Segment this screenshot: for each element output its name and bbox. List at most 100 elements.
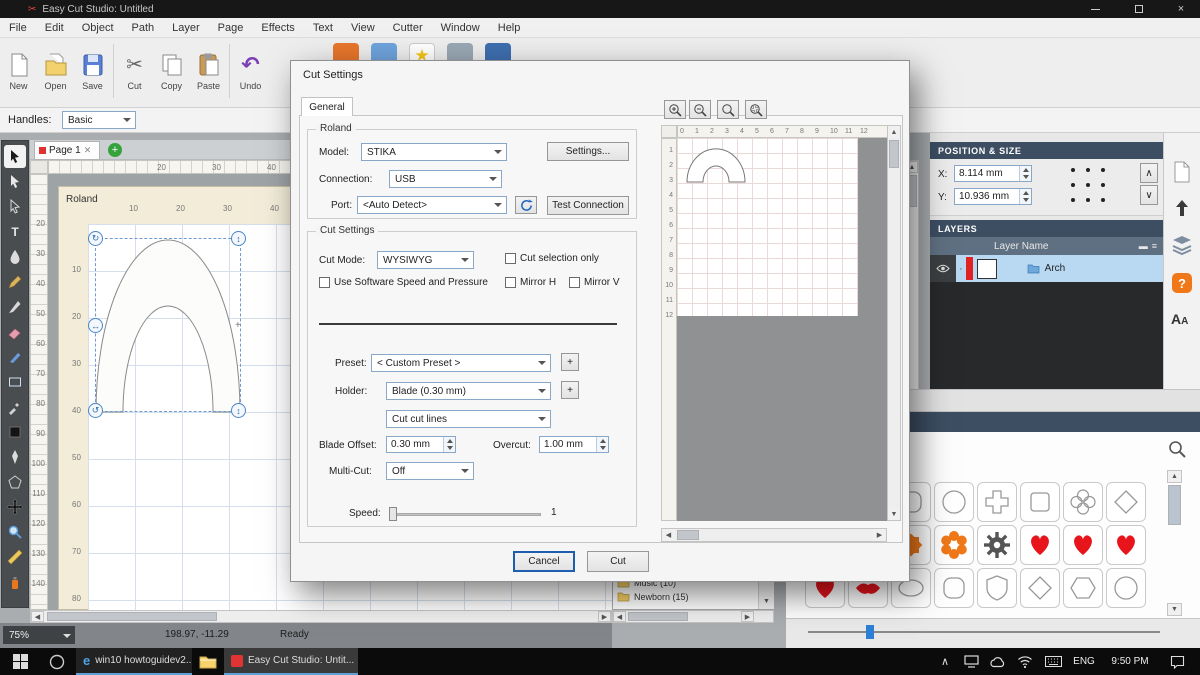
menu-effects[interactable]: Effects (252, 18, 303, 38)
menu-edit[interactable]: Edit (36, 18, 73, 38)
display-icon[interactable] (958, 648, 984, 675)
shape-heart[interactable] (1063, 525, 1103, 565)
shape-quatrefoil[interactable] (1063, 482, 1103, 522)
speed-slider-track[interactable] (389, 513, 541, 516)
direct-select-tool[interactable] (4, 170, 26, 193)
toolbar-undo-button[interactable]: ↶Undo (232, 40, 269, 102)
shape-diamond[interactable] (1020, 568, 1060, 608)
menu-cutter[interactable]: Cutter (384, 18, 432, 38)
layer-menu-icon[interactable]: ▬ (1139, 241, 1148, 251)
folder-h-scrollbar[interactable]: ◀ ▶ (612, 610, 774, 623)
menu-window[interactable]: Window (432, 18, 489, 38)
layers-header[interactable]: LAYERS (930, 220, 1163, 237)
lock-dot-icon[interactable]: · (959, 263, 963, 275)
spinner-arrows-icon[interactable] (596, 437, 608, 452)
toolbar-save-button[interactable]: Save (74, 40, 111, 102)
fill-tool[interactable] (4, 420, 26, 443)
export-arrow-icon[interactable] (1174, 199, 1190, 220)
menu-object[interactable]: Object (73, 18, 123, 38)
move-tool[interactable] (4, 495, 26, 518)
panel-up-button[interactable]: ∧ (1140, 163, 1158, 183)
shape-heart[interactable] (1020, 525, 1060, 565)
wifi-icon[interactable] (1012, 648, 1038, 675)
shape-cross[interactable] (977, 482, 1017, 522)
resize-handle-top-right[interactable]: ↕ (231, 231, 246, 246)
add-page-button[interactable]: + (108, 143, 122, 157)
close-page-icon[interactable]: ✕ (84, 145, 92, 156)
scroll-thumb[interactable] (889, 140, 899, 168)
clock[interactable]: 9:50 PM (1102, 648, 1158, 675)
panel-down-button[interactable]: ∨ (1140, 185, 1158, 205)
scroll-up-icon[interactable]: ▲ (888, 126, 900, 138)
language-indicator[interactable]: ENG (1068, 648, 1100, 675)
cut-button[interactable]: Cut (587, 551, 649, 572)
new-page-icon[interactable] (1173, 161, 1191, 186)
zoom-tool[interactable] (4, 520, 26, 543)
preview-v-scrollbar[interactable]: ▲ ▼ (887, 125, 901, 521)
shape-heart[interactable] (1106, 525, 1146, 565)
menu-help[interactable]: Help (489, 18, 530, 38)
scroll-thumb[interactable] (1168, 485, 1181, 525)
zoom-fit-button[interactable] (717, 100, 739, 119)
y-position-input[interactable]: 10.936 mm (954, 188, 1032, 205)
cut-lines-select[interactable]: Cut cut lines (386, 410, 551, 428)
taskbar-task-1[interactable]: e win10 howtoguidev2... (76, 648, 192, 675)
maximize-button[interactable] (1122, 0, 1156, 18)
speed-slider-handle[interactable] (389, 507, 397, 521)
tab-general[interactable]: General (301, 97, 353, 116)
layer-row[interactable]: · Arch (930, 255, 1163, 282)
blade-offset-input[interactable]: 0.30 mm (386, 436, 456, 453)
port-select[interactable]: <Auto Detect> (357, 196, 507, 214)
folder-item[interactable]: Newborn (15) (617, 590, 689, 603)
preview-h-scrollbar[interactable]: ◀ ▶ (661, 528, 887, 542)
onedrive-cloud-icon[interactable] (984, 648, 1010, 675)
preset-select[interactable]: < Custom Preset > (371, 354, 551, 372)
close-button[interactable]: × (1164, 0, 1198, 18)
anchor-point-grid[interactable] (1066, 163, 1110, 207)
canvas-h-scrollbar[interactable]: ◀ ▶ (30, 610, 612, 623)
menu-text[interactable]: Text (304, 18, 342, 38)
shape-squircle[interactable] (934, 568, 974, 608)
tray-expand-icon[interactable]: ∧ (932, 648, 958, 675)
toolbar-paste-button[interactable]: Paste (190, 40, 227, 102)
spinner-arrows-icon[interactable] (1019, 166, 1031, 181)
holder-select[interactable]: Blade (0.30 mm) (386, 382, 551, 400)
library-zoom-handle[interactable] (866, 625, 874, 639)
refresh-port-button[interactable] (515, 196, 537, 214)
search-icon[interactable] (1168, 440, 1186, 461)
toolbar-open-button[interactable]: Open (37, 40, 74, 102)
overcut-input[interactable]: 1.00 mm (539, 436, 609, 453)
shape-shield[interactable] (977, 568, 1017, 608)
eyedropper-tool[interactable] (4, 395, 26, 418)
scroll-thumb[interactable] (628, 612, 688, 621)
mirror-v-checkbox[interactable]: Mirror V (569, 277, 620, 288)
menu-page[interactable]: Page (209, 18, 253, 38)
shape-tool[interactable] (4, 370, 26, 393)
taskbar-task-2[interactable]: Easy Cut Studio: Untit... (224, 648, 358, 675)
use-software-speed-checkbox[interactable]: Use Software Speed and Pressure (319, 277, 488, 288)
model-select[interactable]: STIKA (361, 143, 507, 161)
shape-rounded-square[interactable] (1020, 482, 1060, 522)
shape-gear[interactable] (977, 525, 1017, 565)
scroll-up-icon[interactable]: ▲ (1167, 470, 1182, 483)
spinner-arrows-icon[interactable] (1019, 189, 1031, 204)
notification-center-icon[interactable] (1164, 648, 1190, 675)
toolbar-cut-button[interactable]: ✂Cut (116, 40, 153, 102)
scroll-thumb[interactable] (677, 530, 699, 540)
pencil-tool[interactable] (4, 270, 26, 293)
menu-layer[interactable]: Layer (163, 18, 209, 38)
x-position-input[interactable]: 8.114 mm (954, 165, 1032, 182)
scroll-left-icon[interactable]: ◀ (613, 611, 626, 622)
rotate-handle-bottom-left[interactable]: ↺ (88, 403, 103, 418)
resize-handle-left[interactable]: ↔ (88, 318, 103, 333)
node-tool[interactable] (4, 195, 26, 218)
menu-file[interactable]: File (0, 18, 36, 38)
spinner-arrows-icon[interactable] (443, 437, 455, 452)
resize-handle-bottom[interactable]: ↕ (231, 403, 246, 418)
polygon-tool[interactable] (4, 470, 26, 493)
knife-tool[interactable] (4, 295, 26, 318)
scroll-down-icon[interactable]: ▼ (759, 595, 774, 608)
layer-thumbnail[interactable] (977, 259, 997, 279)
zoom-selection-button[interactable] (745, 100, 767, 119)
add-holder-button[interactable]: + (561, 381, 579, 399)
